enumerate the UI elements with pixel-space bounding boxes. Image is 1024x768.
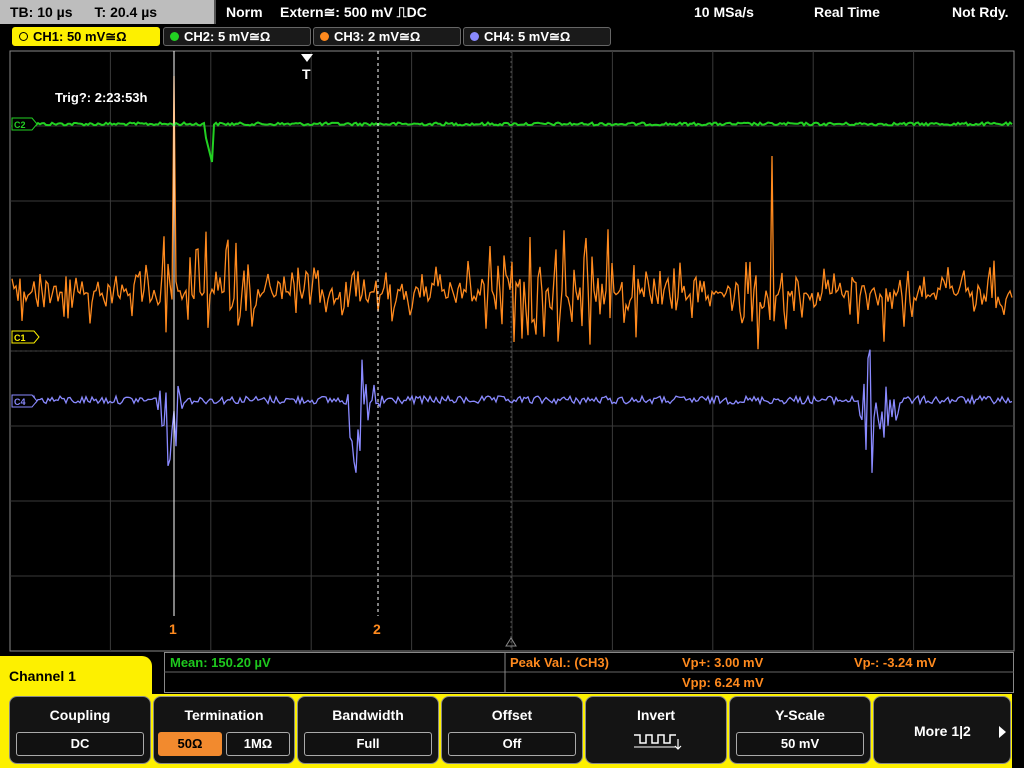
timebase-box[interactable]: TB: 10 µs T: 20.4 µs — [0, 0, 214, 24]
vpp-measurement: Vpp: 6.24 mV — [682, 675, 764, 690]
run-state: Not Rdy. — [952, 4, 1009, 20]
termination-50ohm-option[interactable]: 50Ω — [158, 732, 222, 756]
trigger-marker-label: T — [302, 66, 311, 82]
waveform-display[interactable]: 1 2 T C2 C1 C4 Trig?: 2:23:53h — [0, 48, 1024, 656]
vp-plus-measurement: Vp+: 3.00 mV — [682, 655, 764, 670]
cursor-2-label: 2 — [373, 621, 381, 637]
timebase-readout: TB: 10 µs — [10, 4, 73, 20]
ch2-dot-icon — [170, 32, 179, 41]
tab-ch1-label: CH1: 50 mV≅Ω — [33, 29, 127, 44]
waveform-svg: 1 2 T C2 C1 C4 — [9, 50, 1015, 652]
ch4-dot-icon — [470, 32, 479, 41]
coupling-button[interactable]: Coupling DC — [9, 696, 151, 764]
ch2-marker-label: C2 — [14, 120, 26, 130]
ch3-marker[interactable]: C1 — [11, 330, 40, 344]
trigger-time-readout: T: 20.4 µs — [94, 4, 158, 20]
tab-ch3-label: CH3: 2 mV≅Ω — [334, 29, 421, 44]
invert-waveform-icon — [634, 734, 682, 750]
offset-value: Off — [448, 732, 576, 756]
ch4-marker[interactable]: C4 — [11, 394, 38, 408]
sample-rate: 10 MSa/s — [694, 4, 754, 20]
tab-ch4-label: CH4: 5 mV≅Ω — [484, 29, 571, 44]
coupling-title: Coupling — [49, 707, 111, 723]
bandwidth-button[interactable]: Bandwidth Full — [297, 696, 439, 764]
status-bar: TB: 10 µs T: 20.4 µs Norm Extern≅: 500 mV… — [0, 0, 1024, 24]
channel-tabs: CH1: 50 mV≅Ω CH2: 5 mV≅Ω CH3: 2 mV≅Ω CH4… — [0, 24, 1024, 48]
invert-button[interactable]: Invert — [585, 696, 727, 764]
tab-ch1[interactable]: CH1: 50 mV≅Ω — [12, 27, 160, 46]
termination-1mohm-option[interactable]: 1MΩ — [226, 732, 290, 756]
channel-menu-title: Channel 1 — [0, 656, 152, 696]
termination-button[interactable]: Termination 50Ω 1MΩ — [153, 696, 295, 764]
ch2-marker[interactable]: C2 — [11, 117, 38, 131]
trigger-source[interactable]: Extern≅: 500 mV ⎍DC — [280, 0, 427, 24]
mean-measurement[interactable]: Mean: 150.20 µV — [170, 654, 271, 672]
trigger-time-label: Trig?: 2:23:53h — [55, 90, 148, 105]
cursor-1-label: 1 — [169, 621, 177, 637]
acquisition-mode: Real Time — [814, 4, 880, 20]
yscale-title: Y-Scale — [775, 707, 825, 723]
bandwidth-title: Bandwidth — [332, 707, 404, 723]
measurement-panel: Mean: 150.20 µV Peak Val.: (CH3) Vp+: 3.… — [164, 652, 1014, 694]
invert-title: Invert — [636, 707, 676, 723]
more-label: More 1|2 — [914, 723, 971, 739]
tab-ch2-label: CH2: 5 mV≅Ω — [184, 29, 271, 44]
yscale-value: 50 mV — [736, 732, 864, 756]
tab-ch2[interactable]: CH2: 5 mV≅Ω — [163, 27, 311, 46]
softkey-panel: Coupling DC Termination 50Ω 1MΩ Bandwidt… — [0, 694, 1024, 768]
coupling-value: DC — [16, 732, 144, 756]
tab-ch3[interactable]: CH3: 2 mV≅Ω — [313, 27, 461, 46]
yscale-button[interactable]: Y-Scale 50 mV — [729, 696, 871, 764]
vp-minus-measurement: Vp-: -3.24 mV — [854, 655, 937, 670]
peak-measurement-title[interactable]: Peak Val.: (CH3) — [510, 654, 609, 672]
ch1-dot-icon — [19, 32, 28, 41]
panel-edge — [1012, 694, 1024, 768]
ch3-marker-label: C1 — [14, 333, 26, 343]
tab-ch4[interactable]: CH4: 5 mV≅Ω — [463, 27, 611, 46]
trigger-mode[interactable]: Norm — [226, 0, 263, 24]
offset-title: Offset — [491, 707, 533, 723]
offset-button[interactable]: Offset Off — [441, 696, 583, 764]
bandwidth-value: Full — [304, 732, 432, 756]
status-divider — [214, 0, 216, 24]
termination-title: Termination — [184, 707, 264, 723]
more-arrow-icon — [999, 726, 1006, 738]
ch4-marker-label: C4 — [14, 397, 26, 407]
ch3-dot-icon — [320, 32, 329, 41]
more-button[interactable]: More 1|2 — [873, 696, 1011, 764]
